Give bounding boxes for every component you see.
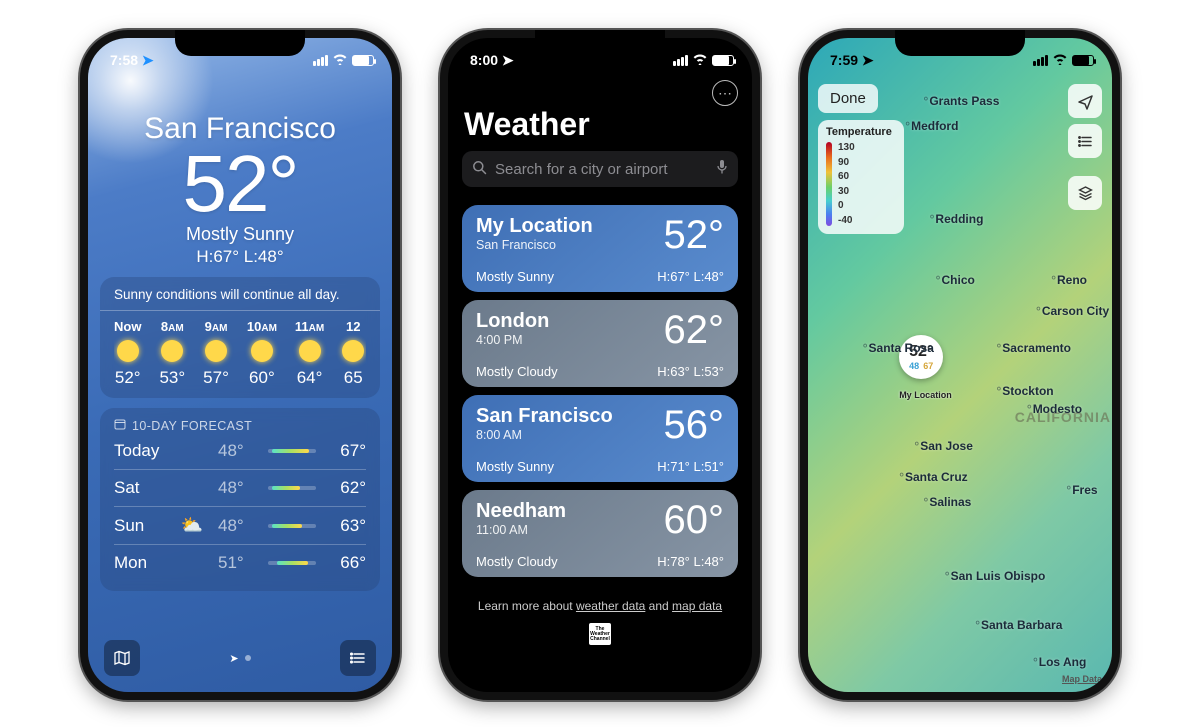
map-list-button[interactable] bbox=[1068, 124, 1102, 158]
current-temperature: 52° bbox=[88, 146, 392, 222]
sun-icon bbox=[161, 340, 183, 362]
map-city-label: Redding bbox=[930, 212, 984, 226]
map-city-label: Stockton bbox=[996, 384, 1053, 398]
locate-me-button[interactable] bbox=[1068, 84, 1102, 118]
cellular-signal-icon bbox=[313, 55, 328, 66]
hourly-item: 1265 bbox=[342, 319, 364, 388]
wifi-icon bbox=[692, 53, 708, 68]
tenday-row[interactable]: Mon51°66° bbox=[114, 544, 366, 581]
status-time: 7:58 bbox=[110, 52, 138, 68]
search-field[interactable]: Search for a city or airport bbox=[462, 151, 738, 187]
map-city-label: Salinas bbox=[924, 495, 972, 509]
location-arrow-icon: ➤ bbox=[229, 652, 238, 665]
more-options-button[interactable]: ⋯ bbox=[712, 80, 738, 106]
partly-cloudy-icon: ⛅ bbox=[181, 515, 203, 535]
wifi-icon bbox=[1052, 53, 1068, 68]
map-city-label: Santa Barbara bbox=[975, 618, 1062, 632]
sun-icon bbox=[342, 340, 364, 362]
battery-icon bbox=[1072, 55, 1094, 66]
map-city-label: Reno bbox=[1051, 273, 1087, 287]
location-services-icon: ➤ bbox=[862, 52, 874, 68]
hourly-item: 11AM64° bbox=[295, 319, 324, 388]
sun-icon bbox=[205, 340, 227, 362]
hourly-forecast-card[interactable]: Sunny conditions will continue all day. … bbox=[100, 277, 380, 398]
tenday-row[interactable]: Sat48°62° bbox=[114, 469, 366, 506]
cellular-signal-icon bbox=[1033, 55, 1048, 66]
forecast-summary: Sunny conditions will continue all day. bbox=[114, 287, 366, 302]
high-low: H:67° L:48° bbox=[88, 247, 392, 267]
status-time: 8:00 bbox=[470, 52, 498, 68]
cellular-signal-icon bbox=[673, 55, 688, 66]
search-placeholder: Search for a city or airport bbox=[495, 161, 668, 178]
current-condition: Mostly Sunny bbox=[88, 224, 392, 245]
map-city-label: Santa Cruz bbox=[899, 470, 968, 484]
map-city-label: Modesto bbox=[1027, 402, 1082, 416]
attribution-text: Learn more about weather data and map da… bbox=[448, 599, 752, 613]
hourly-item: 10AM60° bbox=[247, 319, 277, 388]
tenday-row[interactable]: Today48°67° bbox=[114, 433, 366, 469]
temperature-map[interactable]: Done Temperature 1309060300-40 52° 4867 bbox=[808, 76, 1112, 692]
map-city-label: Grants Pass bbox=[924, 94, 1000, 108]
my-location-label: My Location bbox=[899, 390, 952, 400]
temperature-legend: Temperature 1309060300-40 bbox=[818, 120, 904, 234]
search-icon bbox=[472, 160, 487, 179]
battery-icon bbox=[352, 55, 374, 66]
tenday-title: 10-DAY FORECAST bbox=[114, 418, 366, 433]
page-title: Weather bbox=[448, 106, 752, 151]
map-city-label: Los Ang bbox=[1033, 655, 1086, 669]
hourly-item: 9AM57° bbox=[203, 319, 229, 388]
city-card[interactable]: San Francisco8:00 AM56°Mostly SunnyH:71°… bbox=[462, 395, 738, 482]
sun-icon bbox=[117, 340, 139, 362]
map-city-label: Chico bbox=[936, 273, 975, 287]
legend-ticks: 1309060300-40 bbox=[838, 142, 855, 226]
legend-gradient bbox=[826, 142, 832, 226]
tenday-forecast-card[interactable]: 10-DAY FORECAST Today48°67°Sat48°62°Sun⛅… bbox=[100, 408, 380, 591]
tenday-row[interactable]: Sun⛅48°63° bbox=[114, 506, 366, 544]
map-city-label: San Jose bbox=[914, 439, 973, 453]
list-button[interactable] bbox=[340, 640, 376, 676]
city-card[interactable]: Needham11:00 AM60°Mostly CloudyH:78° L:4… bbox=[462, 490, 738, 577]
city-list: My LocationSan Francisco52°Mostly SunnyH… bbox=[448, 197, 752, 585]
phone-weather-map: 7:59 ➤ Done Temperature bbox=[800, 30, 1120, 700]
location-services-icon: ➤ bbox=[142, 52, 154, 68]
location-services-icon: ➤ bbox=[502, 52, 514, 68]
hourly-item: Now52° bbox=[114, 319, 141, 388]
city-card[interactable]: London4:00 PM62°Mostly CloudyH:63° L:53° bbox=[462, 300, 738, 387]
page-indicator[interactable]: ➤ bbox=[229, 652, 250, 665]
status-time: 7:59 bbox=[830, 52, 858, 68]
notch bbox=[535, 30, 665, 56]
city-card[interactable]: My LocationSan Francisco52°Mostly SunnyH… bbox=[462, 205, 738, 292]
notch bbox=[895, 30, 1025, 56]
hourly-item: 8AM53° bbox=[159, 319, 185, 388]
calendar-icon bbox=[114, 418, 126, 433]
phone-weather-list: 8:00 ➤ ⋯ Weather Search for a city or ai… bbox=[440, 30, 760, 700]
map-city-label: Santa Rosa bbox=[863, 341, 934, 355]
map-city-label: Carson City bbox=[1036, 304, 1109, 318]
hourly-row[interactable]: Now52° 8AM53° 9AM57° 10AM60° 11AM64° 1265 bbox=[114, 319, 366, 388]
phone-weather-detail: 7:58 ➤ San Francisco 52° Mostly Sunny H:… bbox=[80, 30, 400, 700]
tenday-list: Today48°67°Sat48°62°Sun⛅48°63°Mon51°66° bbox=[114, 433, 366, 581]
map-button[interactable] bbox=[104, 640, 140, 676]
map-data-link[interactable]: Map Data bbox=[1062, 674, 1102, 684]
weather-data-link[interactable]: weather data bbox=[576, 599, 645, 613]
wifi-icon bbox=[332, 53, 348, 68]
map-data-link[interactable]: map data bbox=[672, 599, 722, 613]
weather-hero: San Francisco 52° Mostly Sunny H:67° L:4… bbox=[88, 76, 392, 267]
sun-icon bbox=[251, 340, 273, 362]
map-city-label: Medford bbox=[905, 119, 958, 133]
map-city-label: Sacramento bbox=[996, 341, 1071, 355]
map-city-label: Fres bbox=[1066, 483, 1097, 497]
map-city-label: San Luis Obispo bbox=[945, 569, 1046, 583]
done-button[interactable]: Done bbox=[818, 84, 878, 113]
dictation-icon[interactable] bbox=[716, 159, 728, 179]
weather-channel-logo: TheWeatherChannel bbox=[589, 623, 611, 645]
battery-icon bbox=[712, 55, 734, 66]
sun-icon bbox=[299, 340, 321, 362]
map-layers-button[interactable] bbox=[1068, 176, 1102, 210]
notch bbox=[175, 30, 305, 56]
bottom-toolbar: ➤ bbox=[88, 630, 392, 692]
